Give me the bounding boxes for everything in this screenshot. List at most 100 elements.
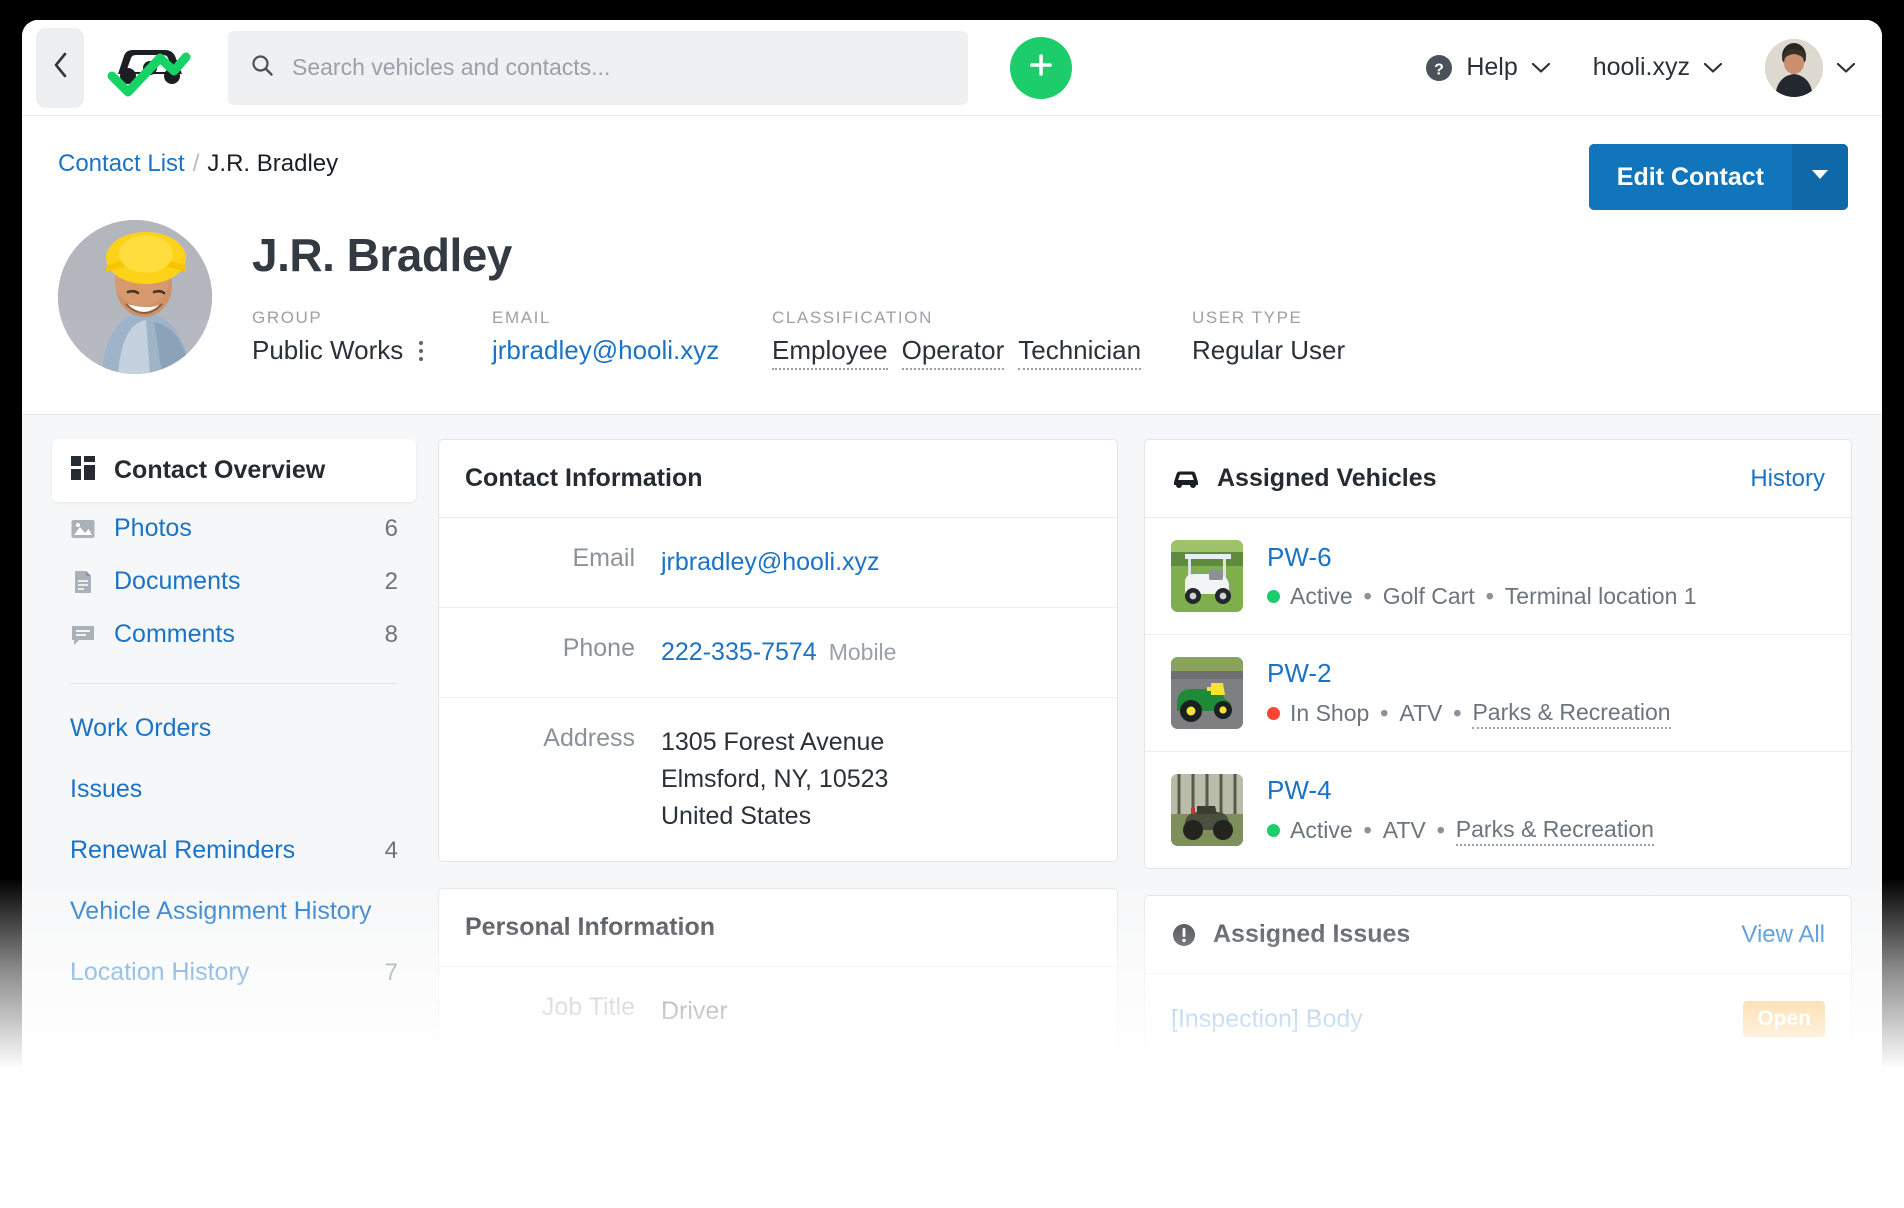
assigned-vehicles-card: Assigned Vehicles History PW-6 Active • … <box>1144 439 1852 869</box>
contact-information-card: Contact Information Email jrbradley@hool… <box>438 439 1118 862</box>
meta-email-value: jrbradley@hooli.xyz <box>492 335 772 366</box>
vehicle-status: Active <box>1290 583 1353 609</box>
field-label: Address <box>543 724 635 752</box>
sidebar-item-contact-overview[interactable]: Contact Overview <box>52 439 416 502</box>
user-menu[interactable] <box>1765 38 1856 97</box>
breadcrumb-contact-list[interactable]: Contact List <box>58 150 185 177</box>
right-column: Assigned Vehicles History PW-6 Active • … <box>1118 439 1852 1170</box>
svg-text:?: ? <box>1434 61 1444 78</box>
issue-title-link[interactable]: [Inspection] Body <box>1171 1005 1363 1034</box>
sidebar-item-label: Work Orders <box>70 714 212 742</box>
field-value: Driver <box>661 997 728 1025</box>
field-label: Date of Birth <box>496 1083 635 1111</box>
group-kebab-menu-icon[interactable] <box>419 340 424 361</box>
car-check-logo[interactable] <box>102 38 198 98</box>
golf-cart-photo <box>1171 540 1243 612</box>
issues-view-all-link[interactable]: View All <box>1741 921 1825 949</box>
meta-user-type-label: USER TYPE <box>1192 308 1303 327</box>
account-menu[interactable]: hooli.xyz <box>1593 53 1723 82</box>
card-title: Contact Information <box>439 440 1117 518</box>
vehicle-type: ATV <box>1382 817 1426 843</box>
edit-contact-button[interactable]: Edit Contact <box>1588 144 1792 210</box>
vehicle-name-link[interactable]: PW-4 <box>1267 775 1654 806</box>
vehicle-name-link[interactable]: PW-2 <box>1267 658 1671 689</box>
sidebar-divider <box>70 683 398 684</box>
help-menu[interactable]: ? Help <box>1424 53 1550 83</box>
vehicle-row[interactable]: PW-6 Active • Golf Cart • Terminal locat… <box>1145 518 1851 635</box>
back-button[interactable] <box>36 27 84 108</box>
meta-group: GROUP Public Works <box>252 308 492 370</box>
sidebar-item-renewal-reminders[interactable]: Renewal Reminders 4 <box>52 820 416 881</box>
app-window: ? Help hooli.xyz <box>22 20 1882 1170</box>
sidebar-item-issues[interactable]: Issues <box>52 759 416 820</box>
bullet-separator: • <box>1380 700 1389 726</box>
status-badge: Open <box>1743 1092 1825 1128</box>
field-row-date-of-birth: Date of Birth 09/18/1977 <box>439 1057 1117 1147</box>
field-row-employee: Employee Yes <box>439 1147 1117 1170</box>
meta-classification: CLASSIFICATION Employee Operator Technic… <box>772 308 1192 370</box>
sidebar-item-label: Issues <box>70 775 143 803</box>
vehicle-location[interactable]: Parks & Recreation <box>1472 699 1671 729</box>
bullet-separator: • <box>1363 583 1372 609</box>
phone-type-label: Mobile <box>828 639 897 665</box>
sidebar-item-label: Documents <box>114 567 241 595</box>
vehicle-location[interactable]: Parks & Recreation <box>1455 816 1654 846</box>
breadcrumb-current: J.R. Bradley <box>207 150 339 177</box>
issue-title-link[interactable]: Weird noise from steering column <box>1171 1096 1543 1125</box>
sidebar-item-location-history[interactable]: Location History 7 <box>52 942 416 1003</box>
contact-email-link[interactable]: jrbradley@hooli.xyz <box>661 548 880 576</box>
comment-icon <box>70 622 96 648</box>
vehicle-location: Terminal location 1 <box>1504 583 1697 609</box>
field-row-job-title: Job Title Driver <box>439 967 1117 1057</box>
vehicle-row[interactable]: PW-4 Active • ATV • Parks & Recreation <box>1145 752 1851 868</box>
issue-row[interactable]: [Inspection] Body Open <box>1145 974 1851 1065</box>
search-icon <box>250 53 274 82</box>
classification-tag-list: Employee Operator Technician <box>772 335 1142 370</box>
add-button[interactable] <box>1010 36 1072 99</box>
bullet-separator: • <box>1485 583 1494 609</box>
issue-row[interactable]: Weird noise from steering column Open <box>1145 1065 1851 1155</box>
sidebar-item-documents[interactable]: Documents 2 <box>52 555 416 608</box>
classification-tag[interactable]: Employee <box>772 335 888 370</box>
vehicle-row[interactable]: PW-2 In Shop • ATV • Parks & Recreation <box>1145 635 1851 752</box>
contact-phone-link[interactable]: 222-335-7574 <box>661 638 817 666</box>
sidebar-item-photos[interactable]: Photos 6 <box>52 502 416 555</box>
top-navigation-bar: ? Help hooli.xyz <box>22 20 1882 116</box>
document-icon <box>70 569 96 595</box>
field-label: Phone <box>562 634 635 662</box>
edit-contact-dropdown-button[interactable] <box>1792 144 1848 210</box>
bullet-separator: • <box>1436 817 1445 843</box>
plus-icon <box>1026 50 1056 85</box>
meta-email-label: EMAIL <box>492 308 552 327</box>
search-input[interactable] <box>292 54 946 81</box>
sidebar-item-count: 7 <box>384 958 398 986</box>
sidebar-item-vehicle-assignment-history[interactable]: Vehicle Assignment History <box>52 881 416 942</box>
sidebar-item-label: Location History <box>70 958 250 986</box>
image-icon <box>70 516 96 542</box>
page-body: Contact Overview Photos 6 Documents 2 Co… <box>22 415 1882 1170</box>
status-badge: Open <box>1743 1001 1825 1037</box>
chevron-down-icon <box>1531 61 1551 74</box>
help-icon: ? <box>1424 53 1454 83</box>
sidebar-item-count: 2 <box>384 567 398 595</box>
card-title: Assigned Issues <box>1213 920 1411 948</box>
sidebar: Contact Overview Photos 6 Documents 2 Co… <box>52 439 438 1003</box>
meta-email: EMAIL jrbradley@hooli.xyz <box>492 308 772 370</box>
sidebar-item-work-orders[interactable]: Work Orders <box>52 698 416 759</box>
search-box[interactable] <box>228 30 968 105</box>
top-bar-right-cluster: ? Help hooli.xyz <box>1382 38 1856 97</box>
help-label: Help <box>1466 53 1518 81</box>
sidebar-item-count: 6 <box>384 514 398 542</box>
profile-email-link[interactable]: jrbradley@hooli.xyz <box>492 335 719 366</box>
classification-tag[interactable]: Technician <box>1018 335 1142 370</box>
sidebar-item-comments[interactable]: Comments 8 <box>52 608 416 661</box>
classification-tag[interactable]: Operator <box>901 335 1005 370</box>
field-value: 09/18/1977 <box>661 1087 787 1115</box>
atv-photo <box>1171 774 1243 846</box>
field-row-address: Address 1305 Forest Avenue Elmsford, NY,… <box>439 698 1117 861</box>
field-label: Job Title <box>541 993 635 1021</box>
contact-profile-header: J.R. Bradley GROUP Public Works EMAIL jr… <box>22 210 1882 415</box>
vehicle-name-link[interactable]: PW-6 <box>1267 542 1697 573</box>
vehicles-history-link[interactable]: History <box>1750 465 1825 493</box>
breadcrumb-separator: / <box>192 150 200 177</box>
